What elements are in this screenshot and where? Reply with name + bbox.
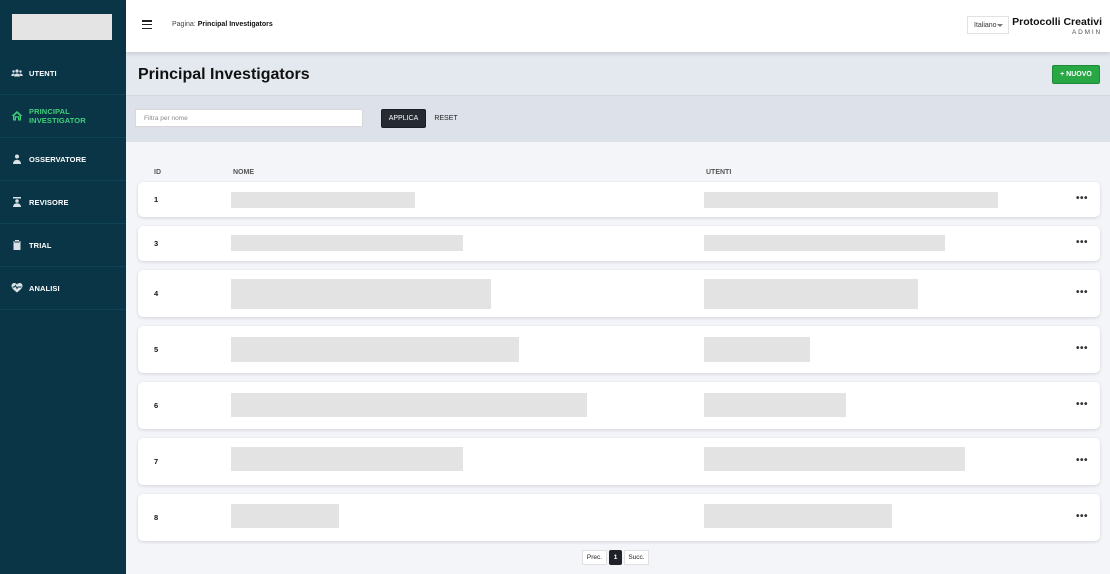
new-button[interactable]: + NUOVO bbox=[1052, 65, 1100, 84]
row-id: 4 bbox=[154, 289, 159, 298]
row-id: 7 bbox=[154, 457, 159, 466]
name-placeholder bbox=[231, 235, 463, 251]
brand-subtitle: ADMIN bbox=[1072, 29, 1102, 36]
logo-placeholder bbox=[12, 14, 112, 40]
table-row[interactable]: 7 ••• bbox=[138, 438, 1100, 485]
person-icon bbox=[11, 153, 23, 165]
home-icon bbox=[11, 110, 23, 122]
pagination-prev-button[interactable]: Prec. bbox=[582, 550, 607, 565]
top-header: Pagina: Principal Investigators Italiano… bbox=[126, 0, 1110, 52]
name-placeholder bbox=[231, 393, 587, 417]
sidebar-item-label: TRIAL bbox=[29, 240, 52, 250]
pagination-page-current[interactable]: 1 bbox=[609, 550, 622, 565]
sidebar-item-label: OSSERVATORE bbox=[29, 154, 87, 164]
sidebar-item-principal-investigator[interactable]: PRINCIPAL INVESTIGATOR bbox=[0, 95, 126, 138]
title-bar: Principal Investigators + NUOVO bbox=[126, 52, 1110, 96]
language-select[interactable]: Italiano bbox=[967, 16, 1009, 34]
sidebar-item-label: PRINCIPAL INVESTIGATOR bbox=[29, 107, 86, 125]
filter-bar: APPLICA RESET bbox=[126, 96, 1110, 142]
breadcrumb: Pagina: Principal Investigators bbox=[172, 21, 273, 28]
table-row[interactable]: 8 ••• bbox=[138, 494, 1100, 541]
users-placeholder bbox=[704, 504, 892, 528]
pagination-next-button[interactable]: Succ. bbox=[624, 550, 649, 565]
apply-button[interactable]: APPLICA bbox=[381, 109, 426, 128]
sidebar-item-label: ANALISI bbox=[29, 283, 60, 293]
column-header-utenti: UTENTI bbox=[706, 169, 732, 176]
users-placeholder bbox=[704, 337, 810, 362]
table-row[interactable]: 6 ••• bbox=[138, 382, 1100, 429]
name-placeholder bbox=[231, 337, 519, 362]
column-header-nome: NOME bbox=[233, 169, 254, 176]
sidebar-item-osservatore[interactable]: OSSERVATORE bbox=[0, 138, 126, 181]
table-header: ID NOME UTENTI bbox=[126, 169, 1110, 179]
reviewer-icon bbox=[11, 196, 23, 208]
breadcrumb-prefix: Pagina: bbox=[172, 21, 196, 28]
more-options-icon[interactable]: ••• bbox=[1076, 194, 1088, 204]
row-id: 1 bbox=[154, 195, 159, 204]
table-row[interactable]: 4 ••• bbox=[138, 270, 1100, 317]
users-icon bbox=[11, 67, 23, 79]
users-placeholder bbox=[704, 235, 945, 251]
more-options-icon[interactable]: ••• bbox=[1076, 238, 1088, 248]
more-options-icon[interactable]: ••• bbox=[1076, 400, 1088, 410]
more-options-icon[interactable]: ••• bbox=[1076, 456, 1088, 466]
brand-title: Protocolli Creativi bbox=[1012, 16, 1102, 28]
sidebar-item-label: UTENTI bbox=[29, 68, 57, 78]
clipboard-icon bbox=[11, 239, 23, 251]
menu-icon[interactable] bbox=[142, 20, 152, 30]
page-title: Principal Investigators bbox=[138, 66, 310, 83]
row-id: 6 bbox=[154, 401, 159, 410]
reset-button[interactable]: RESET bbox=[431, 109, 461, 128]
row-id: 8 bbox=[154, 513, 159, 522]
users-placeholder bbox=[704, 447, 965, 471]
more-options-icon[interactable]: ••• bbox=[1076, 512, 1088, 522]
table-row[interactable]: 1 ••• bbox=[138, 182, 1100, 217]
language-value: Italiano bbox=[974, 22, 997, 29]
sidebar: UTENTI PRINCIPAL INVESTIGATOR OSSERVATOR… bbox=[0, 0, 126, 574]
name-placeholder bbox=[231, 192, 415, 208]
sidebar-item-trial[interactable]: TRIAL bbox=[0, 224, 126, 267]
users-placeholder bbox=[704, 192, 998, 208]
name-placeholder bbox=[231, 447, 463, 471]
row-id: 5 bbox=[154, 345, 159, 354]
name-placeholder bbox=[231, 279, 491, 309]
column-header-id: ID bbox=[154, 169, 161, 176]
sidebar-item-label: REVISORE bbox=[29, 197, 69, 207]
sidebar-item-revisore[interactable]: REVISORE bbox=[0, 181, 126, 224]
name-placeholder bbox=[231, 504, 339, 528]
heartbeat-icon bbox=[11, 282, 23, 294]
pagination: Prec. 1 Succ. bbox=[582, 550, 649, 565]
more-options-icon[interactable]: ••• bbox=[1076, 288, 1088, 298]
more-options-icon[interactable]: ••• bbox=[1076, 344, 1088, 354]
users-placeholder bbox=[704, 393, 846, 417]
brand: Protocolli Creativi ADMIN bbox=[1012, 16, 1102, 36]
breadcrumb-current: Principal Investigators bbox=[197, 21, 273, 28]
table-row[interactable]: 3 ••• bbox=[138, 226, 1100, 261]
caret-down-icon bbox=[997, 24, 1003, 27]
row-id: 3 bbox=[154, 239, 159, 248]
table: ID NOME UTENTI 1 ••• 3 ••• 4 ••• 5 ••• 6… bbox=[126, 142, 1110, 574]
users-placeholder bbox=[704, 279, 918, 309]
sidebar-item-analisi[interactable]: ANALISI bbox=[0, 267, 126, 310]
filter-name-input[interactable] bbox=[135, 109, 363, 127]
table-row[interactable]: 5 ••• bbox=[138, 326, 1100, 373]
sidebar-nav: UTENTI PRINCIPAL INVESTIGATOR OSSERVATOR… bbox=[0, 52, 126, 310]
sidebar-item-utenti[interactable]: UTENTI bbox=[0, 52, 126, 95]
